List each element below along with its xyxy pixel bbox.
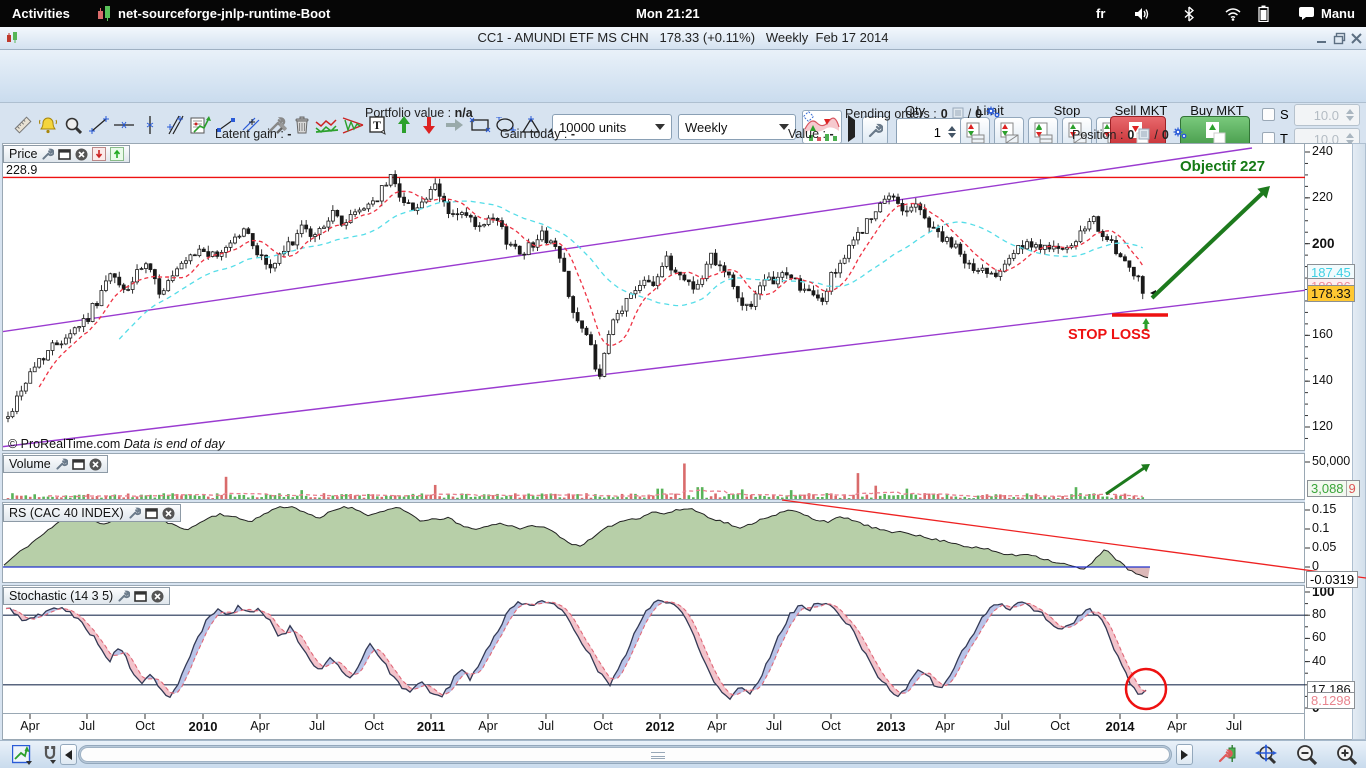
time-axis-label: Jul <box>994 719 1010 733</box>
resistance-price-label: 228.9 <box>6 163 38 177</box>
axis-tick-label: 80 <box>1312 607 1326 622</box>
stochastic-panel-tab: Stochastic (14 3 5) <box>3 587 171 605</box>
time-axis-label: Oct <box>593 719 613 733</box>
wrench-icon[interactable] <box>55 458 68 471</box>
axis-tick-label: 50,000 <box>1312 454 1351 468</box>
time-axis-label: Apr <box>707 719 727 733</box>
time-axis-label: Oct <box>364 719 384 733</box>
volume-value-label: 3,088 9 <box>1307 480 1360 497</box>
price-panel-title: Price <box>9 147 38 161</box>
rs-panel-title: RS (CAC 40 INDEX) <box>9 506 124 520</box>
time-axis-label: 2012 <box>645 719 675 734</box>
stochastic-panel-title: Stochastic (14 3 5) <box>9 589 114 603</box>
move-down-icon[interactable] <box>92 147 107 161</box>
time-axis-label: Oct <box>1050 719 1070 733</box>
time-axis-label: Jul <box>766 719 782 733</box>
detach-window-icon[interactable] <box>58 148 72 161</box>
wrench-icon[interactable] <box>117 590 131 603</box>
time-axis-label: Jul <box>1226 719 1242 733</box>
stochastic-value-label: 8.1298 <box>1307 692 1355 709</box>
axis-tick-label: 60 <box>1312 630 1326 645</box>
time-axis-label: 2010 <box>188 719 218 734</box>
volume-panel-tab: Volume <box>3 455 108 473</box>
detach-window-icon[interactable] <box>144 507 158 520</box>
close-icon[interactable] <box>89 458 102 471</box>
time-axis-label: Apr <box>478 719 498 733</box>
axis-tick-label: 0.05 <box>1312 540 1337 554</box>
axis-tick-label: 160 <box>1312 327 1333 342</box>
volume-panel-title: Volume <box>9 457 51 471</box>
time-axis-label: 2014 <box>1105 719 1135 734</box>
time-axis-label: Apr <box>20 719 40 733</box>
screen: Activities net-sourceforge-jnlp-runtime-… <box>0 0 1366 768</box>
detach-window-icon[interactable] <box>134 590 148 603</box>
price-panel-tab: Price <box>3 145 131 163</box>
time-axis-label: Jul <box>538 719 554 733</box>
rs-panel-tab: RS (CAC 40 INDEX) <box>3 504 181 522</box>
stop-loss-annotation[interactable]: STOP LOSS <box>1068 327 1150 343</box>
axis-tick-label: 0.15 <box>1312 502 1337 516</box>
close-icon[interactable] <box>151 590 164 603</box>
axis-tick-label: 140 <box>1312 373 1333 388</box>
rs-value-label: -0.0319 <box>1306 571 1359 589</box>
time-axis-label: Apr <box>1167 719 1187 733</box>
price-level-label: 178.33 <box>1307 285 1355 303</box>
time-axis-label: 2013 <box>876 719 906 734</box>
axis-tick-label: 120 <box>1312 419 1333 433</box>
move-up-icon[interactable] <box>110 147 125 161</box>
axis-tick-label: 0.1 <box>1312 521 1330 535</box>
copyright-label: © ProRealTime.com Data is end of day <box>8 437 225 451</box>
chart-canvas[interactable] <box>0 0 1366 768</box>
objective-annotation[interactable]: Objectif 227 <box>1180 158 1265 175</box>
axis-tick-label: 40 <box>1312 653 1326 668</box>
time-axis-label: Apr <box>250 719 270 733</box>
time-axis-label: Jul <box>79 719 95 733</box>
wrench-icon[interactable] <box>41 148 55 161</box>
time-axis-label: Oct <box>821 719 841 733</box>
time-axis-label: Apr <box>935 719 955 733</box>
close-icon[interactable] <box>162 507 175 520</box>
detach-window-icon[interactable] <box>71 458 85 471</box>
time-axis-label: Jul <box>309 719 325 733</box>
wrench-icon[interactable] <box>128 507 141 520</box>
axis-tick-label: 240 <box>1312 144 1333 158</box>
time-axis-label: 2011 <box>416 719 446 734</box>
axis-tick-label: 220 <box>1312 189 1333 204</box>
axis-tick-label: 200 <box>1312 235 1335 251</box>
time-axis-label: Oct <box>135 719 155 733</box>
close-icon[interactable] <box>75 148 88 161</box>
